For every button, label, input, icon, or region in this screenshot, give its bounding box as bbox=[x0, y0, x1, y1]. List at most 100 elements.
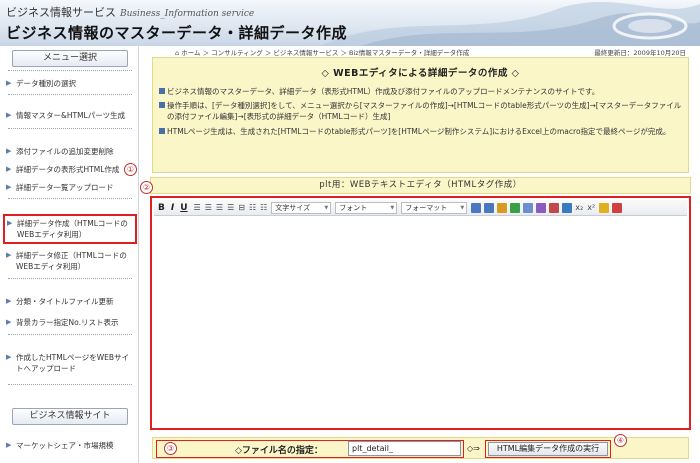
align-justify-icon[interactable]: ☰ bbox=[227, 201, 234, 215]
align-center-icon[interactable]: ☰ bbox=[205, 201, 212, 215]
sidebar-link-label: マーケットシェア・市場規模 bbox=[16, 441, 114, 450]
sidebar-item-label: 詳細データ一覧アップロード bbox=[16, 183, 114, 192]
bullet-icon bbox=[159, 88, 165, 94]
cleanup-icon[interactable] bbox=[599, 202, 610, 213]
divider bbox=[8, 198, 132, 199]
sidebar-item-table-html[interactable]: ▶ 詳細データの表形式HTML作成 bbox=[6, 164, 136, 175]
menu-select-button[interactable]: メニュー選択 bbox=[12, 50, 128, 67]
bullet-icon bbox=[159, 128, 165, 134]
divider bbox=[8, 94, 132, 95]
numbered-list-icon[interactable]: ☷ bbox=[260, 201, 267, 215]
arrow-icon: ▶ bbox=[6, 147, 12, 155]
arrow-icon: ▶ bbox=[7, 219, 13, 227]
outdent-icon[interactable] bbox=[484, 202, 495, 213]
info-text: 操作手順は、[データ種別選択]をして、メニュー選択から[マスターファイルの作成]… bbox=[167, 101, 682, 121]
bold-button[interactable]: B bbox=[158, 201, 165, 215]
sidebar-item-label: 作成したHTMLページをWEBサイトへアップロード bbox=[16, 353, 130, 373]
service-name-jp: ビジネス情報サービス bbox=[6, 6, 116, 19]
filename-input[interactable] bbox=[348, 441, 461, 456]
header-decoration bbox=[320, 2, 700, 46]
sidebar-item-detail-edit[interactable]: ▶ 詳細データ修正（HTMLコードのWEBエディタ利用） bbox=[6, 250, 136, 272]
sidebar-item-master-html[interactable]: ▶ 情報マスター&HTMLパーツ生成 bbox=[6, 110, 136, 121]
text-color-icon[interactable] bbox=[497, 202, 508, 213]
sidebar-item-label: 詳細データ作成（HTMLコードのWEBエディタ利用） bbox=[17, 219, 128, 239]
arrow-icon: ▶ bbox=[6, 353, 12, 361]
sidebar-item-data-type[interactable]: ▶ データ種別の選択 bbox=[6, 78, 136, 89]
header: ビジネス情報サービス Business_Information service ビ… bbox=[0, 0, 700, 46]
bullet-icon bbox=[159, 102, 165, 108]
info-line: 操作手順は、[データ種別選択]をして、メニュー選択から[マスターファイルの作成]… bbox=[159, 100, 684, 122]
sidebar-item-upload-site[interactable]: ▶ 作成したHTMLページをWEBサイトへアップロード bbox=[6, 352, 136, 374]
info-heading: ◇ WEBエディタによる詳細データの作成 ◇ bbox=[321, 68, 520, 79]
info-panel: ◇ WEBエディタによる詳細データの作成 ◇ ビジネス情報のマスターデータ、詳細… bbox=[152, 57, 689, 173]
font-select[interactable]: フォント bbox=[335, 201, 398, 214]
breadcrumb-text: ホーム ＞ コンサルティング ＞ ビジネス情報サービス ＞ Biz情報マスターデ… bbox=[181, 49, 470, 57]
bulleted-list-icon[interactable]: ☷ bbox=[249, 201, 256, 215]
marker-1: ① bbox=[124, 163, 137, 176]
info-text: HTMLページ生成は、生成された[HTMLコードのtable形式パーツ]を[HT… bbox=[167, 127, 671, 136]
info-text: ビジネス情報のマスターデータ、詳細データ（表形式HTML）作成及び添付ファイルの… bbox=[167, 87, 600, 96]
sidebar-item-label: 詳細データの表形式HTML作成 bbox=[16, 165, 120, 174]
run-html-button[interactable]: HTML編集データ作成の実行 bbox=[488, 442, 608, 456]
home-icon: ⌂ bbox=[175, 49, 180, 57]
arrow-icon: ▶ bbox=[6, 297, 12, 305]
info-line: HTMLページ生成は、生成された[HTMLコードのtable形式パーツ]を[HT… bbox=[159, 126, 684, 137]
sidebar-item-label: 詳細データ修正（HTMLコードのWEBエディタ利用） bbox=[16, 251, 127, 271]
sidebar-item-detail-create[interactable]: ▶ 詳細データ作成（HTMLコードのWEBエディタ利用） bbox=[3, 214, 137, 244]
unlink-icon[interactable] bbox=[549, 202, 560, 213]
align-right-icon[interactable]: ☰ bbox=[216, 201, 223, 215]
arrow-icon: ▶ bbox=[6, 441, 12, 449]
image-icon[interactable] bbox=[523, 202, 534, 213]
breadcrumb[interactable]: ⌂ ホーム ＞ コンサルティング ＞ ビジネス情報サービス ＞ Biz情報マスタ… bbox=[175, 47, 469, 57]
indent-icon[interactable] bbox=[471, 202, 482, 213]
marker-4: ④ bbox=[614, 434, 627, 447]
arrow-icon: ▶ bbox=[6, 165, 12, 173]
format-select[interactable]: フォーマット bbox=[401, 201, 468, 214]
divider bbox=[8, 128, 132, 129]
sidebar-item-category-update[interactable]: ▶ 分類・タイトルファイル更新 bbox=[6, 296, 136, 307]
table-icon[interactable] bbox=[562, 202, 573, 213]
sidebar-item-label: 添付ファイルの追加変更削除 bbox=[16, 147, 114, 156]
last-updated: 最終更新日：2009年10月20日 bbox=[594, 49, 686, 57]
font-size-select[interactable]: 文字サイズ bbox=[271, 201, 332, 214]
divider bbox=[8, 278, 132, 279]
page-title: ビジネス情報のマスターデータ・詳細データ作成 bbox=[6, 24, 348, 42]
superscript-icon[interactable]: x² bbox=[587, 201, 595, 215]
sidebar-item-upload-list[interactable]: ▶ 詳細データ一覧アップロード bbox=[6, 182, 136, 193]
sidebar-item-label: 分類・タイトルファイル更新 bbox=[16, 297, 114, 306]
divider bbox=[8, 384, 132, 385]
arrow-icon: ▶ bbox=[6, 111, 12, 119]
editor-toolbar: B I U ☰ ☰ ☰ ☰ ⊟ ☷ ☷ 文字サイズ フォント フォーマット x₂… bbox=[154, 200, 687, 216]
sidebar-link-market-share[interactable]: ▶ マーケットシェア・市場規模 bbox=[6, 440, 136, 451]
bg-color-icon[interactable] bbox=[510, 202, 521, 213]
web-text-editor[interactable]: B I U ☰ ☰ ☰ ☰ ⊟ ☷ ☷ 文字サイズ フォント フォーマット x₂… bbox=[150, 196, 691, 430]
sidebar-item-label: データ種別の選択 bbox=[16, 79, 76, 88]
sidebar-item-attachments[interactable]: ▶ 添付ファイルの追加変更削除 bbox=[6, 146, 136, 157]
info-line: ビジネス情報のマスターデータ、詳細データ（表形式HTML）作成及び添付ファイルの… bbox=[159, 86, 684, 97]
arrow-icon: ▶ bbox=[6, 183, 12, 191]
divider bbox=[8, 70, 132, 71]
arrow-icon: ▶ bbox=[6, 318, 12, 326]
service-name: ビジネス情報サービス Business_Information service bbox=[6, 4, 254, 20]
italic-button[interactable]: I bbox=[171, 201, 174, 215]
business-site-button[interactable]: ビジネス情報サイト bbox=[12, 408, 128, 425]
arrow-icon: ▶ bbox=[6, 79, 12, 87]
sidebar-item-label: 情報マスター&HTMLパーツ生成 bbox=[16, 111, 126, 120]
arrow-icon: ▶ bbox=[6, 251, 12, 259]
sidebar: メニュー選択 ▶ データ種別の選択 ▶ 情報マスター&HTMLパーツ生成 ▶ 添付ファ… bbox=[0, 46, 139, 463]
editor-title: plt用：WEBテキストエディタ（HTMLタグ作成） bbox=[150, 177, 691, 194]
strikethrough-icon[interactable]: ⊟ bbox=[238, 201, 245, 215]
sidebar-item-bg-color[interactable]: ▶ 背景カラー指定No.リスト表示 bbox=[6, 317, 136, 328]
arrow-text: ◇⇒ bbox=[467, 444, 480, 453]
link-icon[interactable] bbox=[536, 202, 547, 213]
align-left-icon[interactable]: ☰ bbox=[194, 201, 201, 215]
service-name-en: Business_Information service bbox=[120, 9, 255, 19]
marker-2: ② bbox=[140, 181, 153, 194]
sidebar-item-label: 背景カラー指定No.リスト表示 bbox=[16, 318, 119, 327]
subscript-icon[interactable]: x₂ bbox=[575, 201, 583, 215]
divider bbox=[8, 334, 132, 335]
html-source-icon[interactable] bbox=[612, 202, 623, 213]
marker-3: ③ bbox=[164, 442, 177, 455]
underline-button[interactable]: U bbox=[180, 201, 187, 215]
filename-label: ◇ファイル名の指定： bbox=[235, 446, 323, 456]
